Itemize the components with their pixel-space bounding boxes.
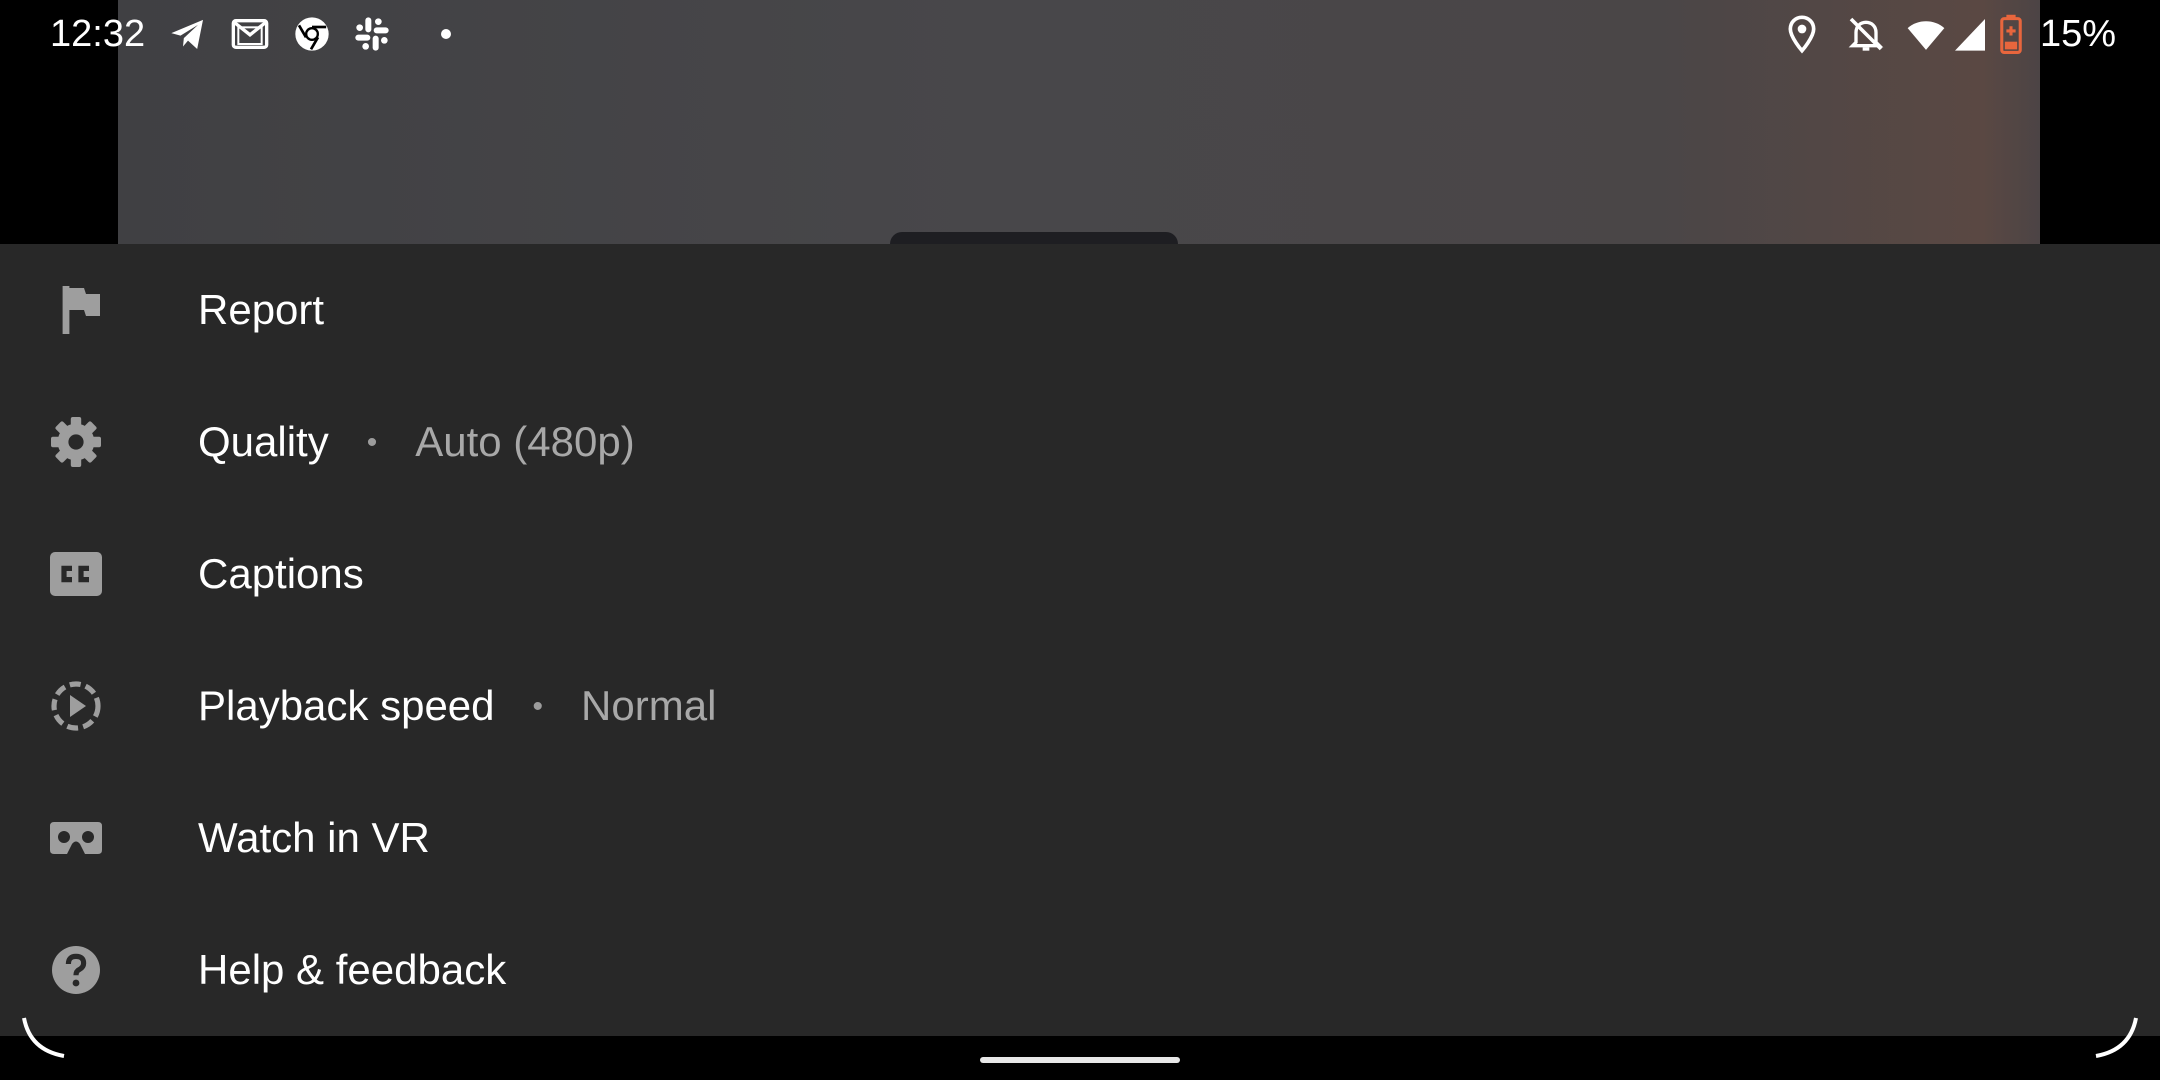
menu-item-report[interactable]: Report bbox=[0, 244, 2160, 376]
flag-icon bbox=[46, 284, 106, 336]
separator-dot: • bbox=[532, 690, 544, 723]
chrome-icon bbox=[292, 14, 332, 54]
menu-item-quality[interactable]: Quality • Auto (480p) bbox=[0, 376, 2160, 508]
vr-headset-icon bbox=[46, 812, 106, 864]
menu-item-label: Report bbox=[198, 286, 325, 333]
more-dot-icon bbox=[416, 14, 456, 54]
gear-icon bbox=[46, 416, 106, 468]
status-time: 12:32 bbox=[50, 13, 146, 55]
menu-item-playback-speed[interactable]: Playback speed • Normal bbox=[0, 640, 2160, 772]
home-gesture-handle[interactable] bbox=[980, 1057, 1180, 1063]
quality-value: Auto (480p) bbox=[415, 418, 635, 465]
separator-dot: • bbox=[366, 426, 378, 459]
menu-item-help-feedback[interactable]: Help & feedback bbox=[0, 904, 2160, 1036]
menu-item-label: Playback speed bbox=[198, 682, 495, 729]
screen: 12:32 15% Report Quality • Auto (480p) C… bbox=[0, 0, 2160, 1080]
menu-item-label: Captions bbox=[198, 550, 364, 597]
menu-item-label: Quality bbox=[198, 418, 329, 465]
slack-icon bbox=[352, 14, 392, 54]
menu-item-watch-in-vr[interactable]: Watch in VR bbox=[0, 772, 2160, 904]
closed-captions-icon bbox=[46, 548, 106, 600]
screen-corner-right bbox=[2080, 1010, 2140, 1070]
battery-low-icon bbox=[1998, 14, 2024, 54]
telegram-icon bbox=[168, 14, 208, 54]
playback-speed-icon bbox=[46, 680, 106, 732]
cell-signal-icon bbox=[1950, 14, 1990, 54]
menu-item-label: Help & feedback bbox=[198, 946, 507, 993]
menu-item-captions[interactable]: Captions bbox=[0, 508, 2160, 640]
playback-speed-value: Normal bbox=[581, 682, 717, 729]
menu-item-label: Watch in VR bbox=[198, 814, 430, 861]
wifi-icon bbox=[1906, 14, 1946, 54]
location-icon bbox=[1782, 14, 1822, 54]
screen-corner-left bbox=[20, 1010, 80, 1070]
notifications-off-icon bbox=[1846, 14, 1886, 54]
overflow-menu-sheet: Report Quality • Auto (480p) Captions Pl… bbox=[0, 244, 2160, 1036]
status-bar: 12:32 15% bbox=[0, 0, 2160, 66]
battery-percent: 15% bbox=[2040, 13, 2117, 55]
help-icon bbox=[46, 944, 106, 996]
gmail-icon bbox=[230, 14, 270, 54]
